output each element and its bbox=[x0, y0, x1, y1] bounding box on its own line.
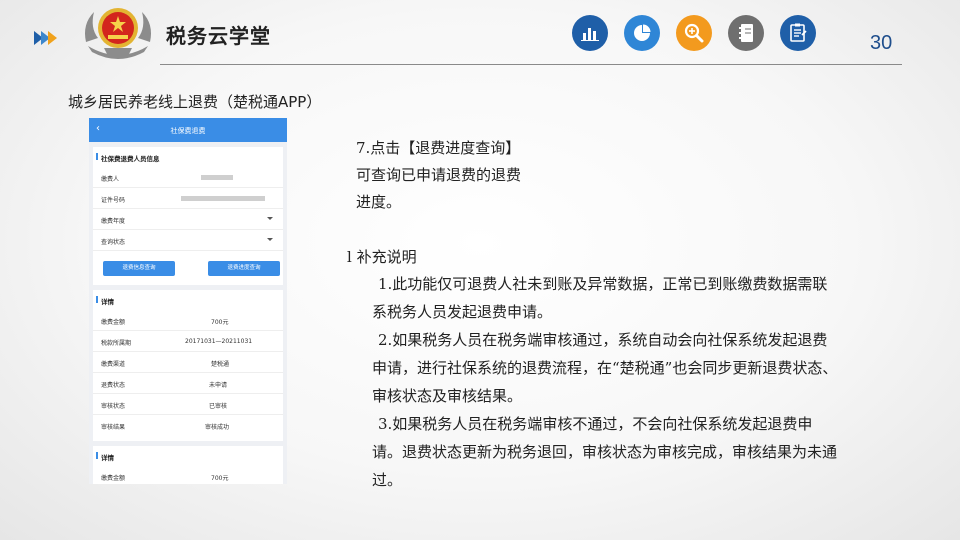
tax-emblem-logo bbox=[85, 8, 151, 59]
detail-row: 审核状态 已审核 bbox=[93, 394, 283, 415]
step-line: 进度。 bbox=[356, 193, 402, 211]
payer-name-row: 缴费人 bbox=[93, 167, 283, 188]
app-screenshot: ‹ 社保费退费 社保费退费人员信息 缴费人 证件号码 缴费年度 查询状态 退费信… bbox=[89, 118, 287, 484]
slide-header: 税务云学堂 30 bbox=[0, 0, 960, 66]
supplement-notes: 1.此功能仅可退费人社未到账及异常数据，正常已到账缴费数据需联系税务人员发起退费… bbox=[372, 270, 838, 494]
brand-name: 税务云学堂 bbox=[166, 24, 271, 48]
detail-row: 退费状态 未申请 bbox=[93, 373, 283, 394]
detail-card: 详情 缴费金额 700元 税款所属期 20171031—20211031 缴费渠道楚… bbox=[93, 290, 283, 441]
pay-year-select[interactable]: 缴费年度 bbox=[93, 209, 283, 230]
detail-card-2: 详情 缴费金额 700元 bbox=[93, 446, 283, 484]
note-item: 1.此功能仅可退费人社未到账及异常数据，正常已到账缴费数据需联系税务人员发起退费… bbox=[372, 275, 828, 321]
bar-chart-icon[interactable] bbox=[572, 15, 608, 51]
masked-value bbox=[181, 196, 265, 201]
note-item: 2.如果税务人员在税务端审核通过，系统自动会向社保系统发起退费申请，进行社保系统… bbox=[372, 331, 838, 405]
search-zoom-icon[interactable] bbox=[676, 15, 712, 51]
card-title: 详情 bbox=[93, 290, 283, 310]
step-line: 7.点击【退费进度查询】 bbox=[356, 139, 521, 157]
card-title: 社保费退费人员信息 bbox=[93, 147, 283, 167]
page-number: 30 bbox=[870, 32, 893, 54]
card-title: 详情 bbox=[93, 446, 283, 466]
refund-info-query-button[interactable]: 退费信息查询 bbox=[103, 261, 175, 276]
app-title-bar: ‹ 社保费退费 bbox=[89, 118, 287, 142]
toolbar-icons bbox=[572, 15, 816, 51]
checklist-icon[interactable] bbox=[780, 15, 816, 51]
refund-progress-query-button[interactable]: 退费进度查询 bbox=[208, 261, 280, 276]
button-row: 退费信息查询 退费进度查询 bbox=[93, 251, 283, 285]
id-number-row: 证件号码 bbox=[93, 188, 283, 209]
detail-row: 缴费金额 700元 bbox=[93, 466, 283, 484]
app-title: 社保费退费 bbox=[170, 127, 206, 135]
detail-row: 缴费渠道 楚税通 bbox=[93, 352, 283, 373]
payer-info-card: 社保费退费人员信息 缴费人 证件号码 缴费年度 查询状态 退费信息查询 退费进度… bbox=[93, 147, 283, 285]
pie-chart-icon[interactable] bbox=[624, 15, 660, 51]
notebook-icon[interactable] bbox=[728, 15, 764, 51]
chevron-arrows-icon bbox=[34, 31, 57, 45]
slide-subtitle: 城乡居民养老线上退费（楚税通APP） bbox=[68, 93, 322, 111]
chevron-down-icon bbox=[267, 217, 273, 220]
detail-row: 审核结果 审核成功 bbox=[101, 424, 230, 431]
step-line: 可查询已申请退费的退费 bbox=[356, 166, 522, 184]
detail-row: 缴费金额 700元 bbox=[93, 310, 283, 331]
chevron-down-icon bbox=[267, 238, 273, 241]
supplement-heading: l 补充说明 bbox=[347, 248, 417, 266]
header-divider bbox=[160, 64, 902, 65]
query-status-select[interactable]: 查询状态 bbox=[93, 230, 283, 251]
note-item: 3.如果税务人员在税务端审核不通过，不会向社保系统发起退费申请。退费状态更新为税… bbox=[372, 415, 838, 489]
step-description: 7.点击【退费进度查询】 可查询已申请退费的退费 进度。 bbox=[356, 135, 576, 216]
detail-row: 税款所属期 20171031—20211031 bbox=[93, 331, 283, 352]
masked-value bbox=[201, 175, 233, 180]
